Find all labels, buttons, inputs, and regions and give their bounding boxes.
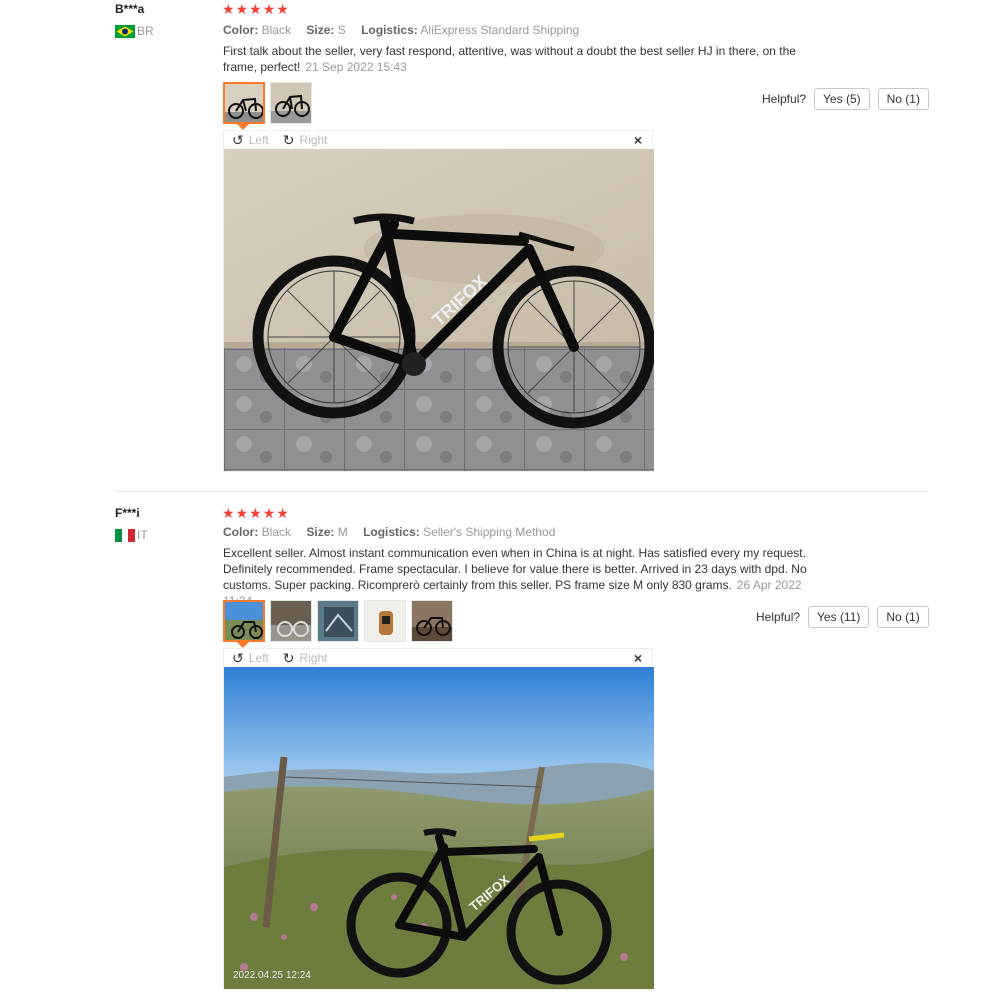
bicycle-wall-photo: TRIFOX [224,149,654,471]
photo-viewer: ↺ Left ↻ Right × [223,648,654,990]
reviewer-country: IT [115,528,148,542]
photo-thumbnail[interactable] [223,82,265,124]
photo-viewer: ↺ Left ↻ Right × [223,130,654,472]
close-icon[interactable]: × [634,132,642,148]
logistics-label: Logistics: [361,23,418,37]
close-icon[interactable]: × [634,650,642,666]
photo-thumbnail[interactable] [270,82,312,124]
photo-thumbnail[interactable] [270,600,312,642]
review-text-block: First talk about the seller, very fast r… [223,43,833,75]
helpful-vote: Helpful? Yes (11) No (1) [756,606,929,628]
star-icon: ★ [276,505,289,521]
rotate-left-button[interactable]: ↺ Left [232,132,269,149]
star-icon: ★ [222,505,235,521]
size-value: M [337,525,348,539]
star-rating: ★ ★ ★ ★ ★ [222,2,289,16]
rotate-right-button[interactable]: ↻ Right [283,132,328,149]
helpful-no-button[interactable]: No (1) [877,606,929,628]
review-photo: TRIFOX [224,149,654,471]
rotate-right-label: Right [299,133,328,147]
size-label: Size: [306,23,335,37]
brazil-flag-icon [115,24,135,38]
star-icon: ★ [276,1,289,17]
reviewer-name: F***i [115,506,140,520]
color-label: Color: [223,23,259,37]
photo-viewer-toolbar: ↺ Left ↻ Right × [224,131,652,149]
review-date: 21 Sep 2022 15:43 [305,60,407,74]
reviewer-country: BR [115,24,154,38]
helpful-yes-button[interactable]: Yes (11) [808,606,870,628]
color-label: Color: [223,525,259,539]
photo-thumbnail[interactable] [223,600,265,642]
helpful-vote: Helpful? Yes (5) No (1) [762,88,929,110]
logistics-label: Logistics: [363,525,420,539]
country-code: BR [137,24,154,38]
star-icon: ★ [262,505,276,521]
star-icon: ★ [235,1,249,17]
photo-timestamp: 2022.04.25 12:24 [233,970,311,981]
helpful-label: Helpful? [756,610,801,624]
star-icon: ★ [249,505,262,521]
order-attributes: Color: Black Size: S Logistics: AliExpre… [223,23,579,37]
rotate-left-button[interactable]: ↺ Left [232,650,269,667]
bicycle-landscape-photo: TRIFOX [224,667,654,989]
review-divider [115,491,928,492]
reviewer-name: B***a [115,2,145,16]
rotate-left-icon: ↺ [232,649,244,666]
photo-viewer-toolbar: ↺ Left ↻ Right × [224,649,652,667]
photo-thumbnail[interactable] [317,600,359,642]
rotate-right-icon: ↻ [282,131,295,148]
review-text: Excellent seller. Almost instant communi… [223,546,807,592]
review-photo: TRIFOX 2022.04.25 12:24 [224,667,654,989]
order-attributes: Color: Black Size: M Logistics: Seller's… [223,525,555,539]
rotate-left-label: Left [248,651,269,665]
helpful-yes-button[interactable]: Yes (5) [814,88,870,110]
photo-thumbnails [223,82,312,124]
rotate-right-button[interactable]: ↻ Right [283,650,328,667]
country-code: IT [137,528,148,542]
logistics-value: Seller's Shipping Method [423,525,556,539]
helpful-no-button[interactable]: No (1) [877,88,929,110]
photo-thumbnail[interactable] [411,600,453,642]
rotate-left-label: Left [248,133,269,147]
size-label: Size: [306,525,335,539]
logistics-value: AliExpress Standard Shipping [420,23,580,37]
color-value: Black [261,525,292,539]
italy-flag-icon [115,528,135,542]
helpful-label: Helpful? [762,92,807,106]
star-icon: ★ [249,1,262,17]
rotate-right-icon: ↻ [282,649,295,666]
photo-thumbnail[interactable] [364,600,406,642]
rotate-left-icon: ↺ [232,131,244,148]
star-rating: ★ ★ ★ ★ ★ [222,506,289,520]
photo-thumbnails [223,600,453,642]
star-icon: ★ [262,1,276,17]
rotate-right-label: Right [299,651,328,665]
size-value: S [337,23,346,37]
star-icon: ★ [235,505,249,521]
star-icon: ★ [222,1,235,17]
color-value: Black [261,23,292,37]
